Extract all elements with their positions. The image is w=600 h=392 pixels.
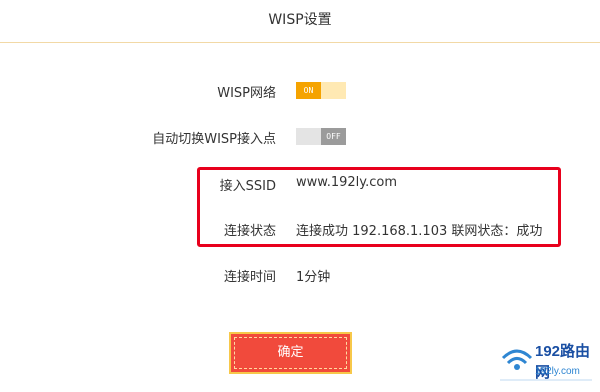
watermark-url: 192ly.com [535,366,580,377]
wisp-network-label: WISP网络 [217,86,276,101]
auto-switch-label: 自动切换WISP接入点 [152,132,276,147]
toggle-on-label: ON [296,82,321,99]
connection-time-value: 1分钟 [296,270,331,285]
highlight-box [197,167,561,247]
auto-switch-toggle[interactable]: OFF [296,128,346,145]
wisp-network-toggle[interactable]: ON [296,82,346,99]
page-title: WISP设置 [268,12,332,28]
watermark-logo: 192路由网 192ly.com [497,336,597,388]
header-bar: WISP设置 [0,0,600,43]
toggle-off-label: OFF [321,128,346,145]
toggle-knob [296,128,321,145]
connection-time-label: 连接时间 [223,270,276,285]
confirm-button-label: 确定 [277,345,304,360]
confirm-button[interactable]: 确定 [229,332,352,374]
toggle-track [321,82,346,99]
